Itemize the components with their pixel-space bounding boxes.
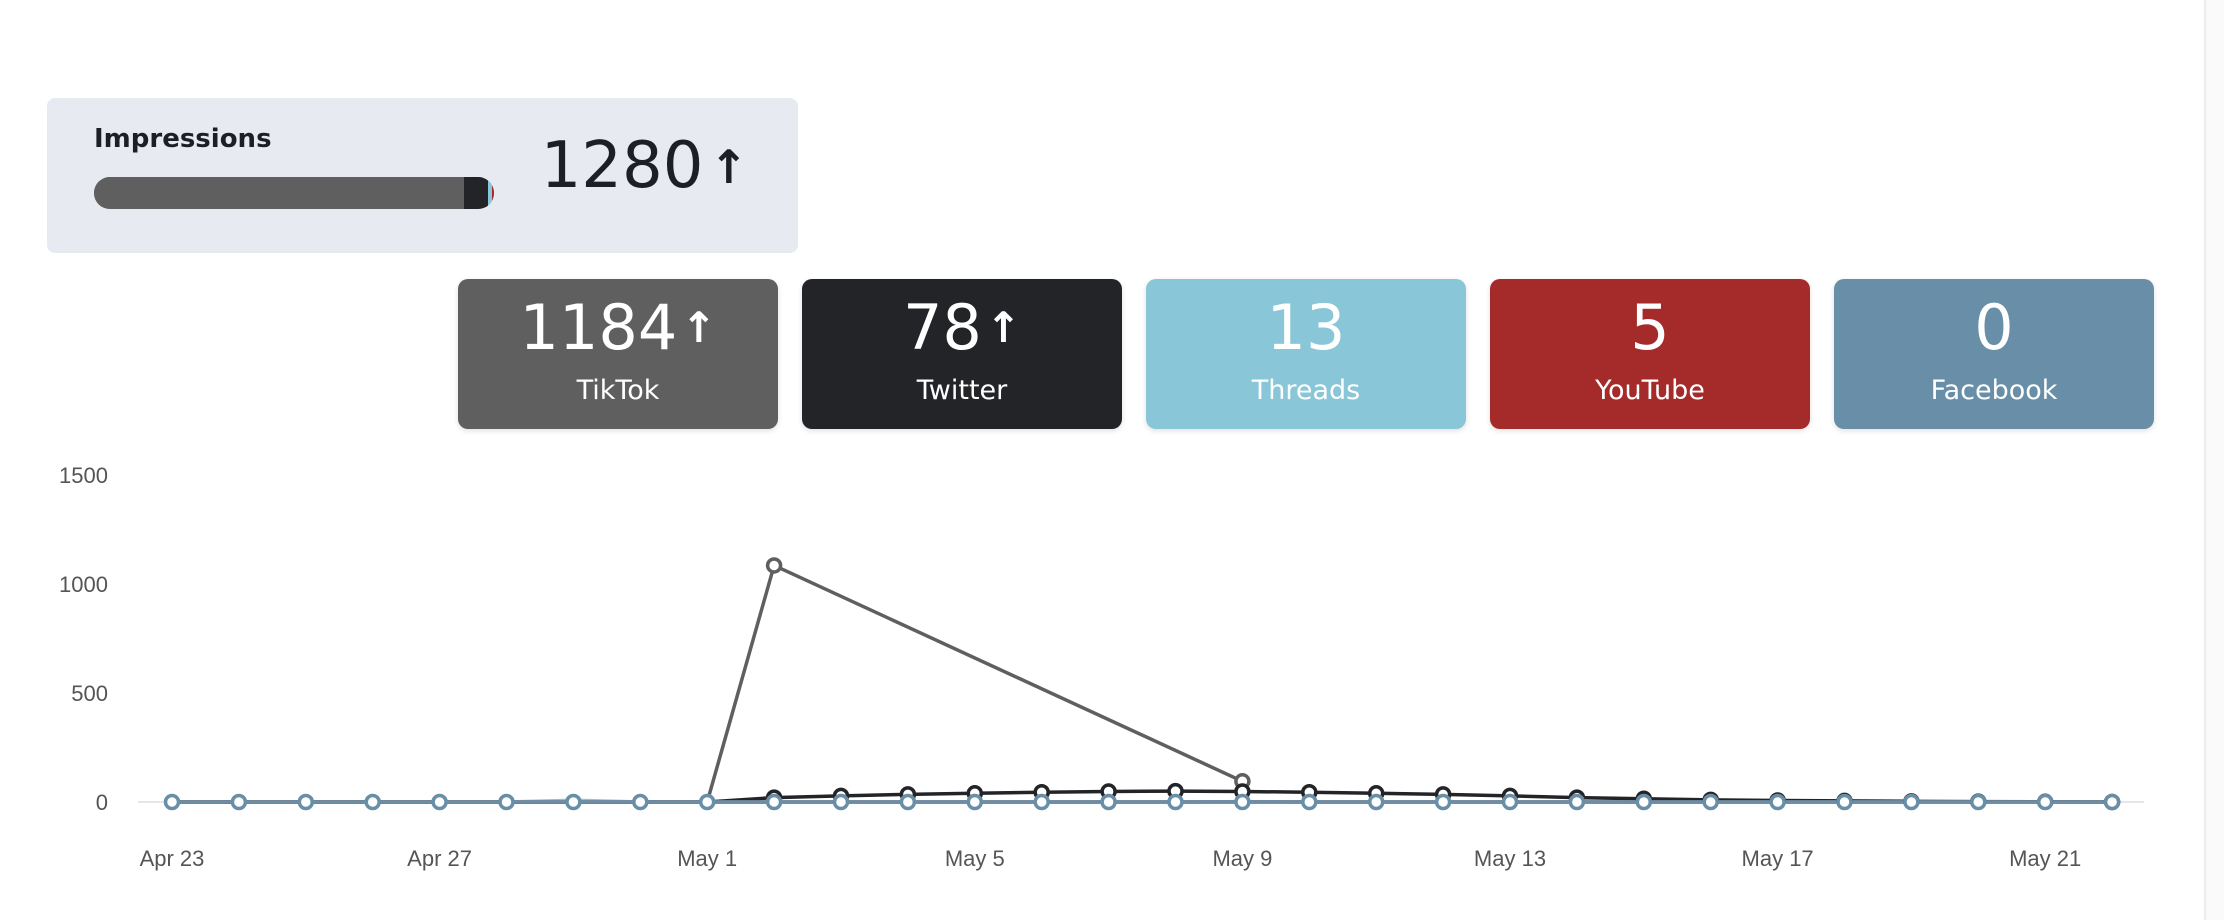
impressions-line-chart: 0 500 1000 1500 Apr 23 Apr 27 May 1 May 5 May 9 M… xyxy=(59,463,2144,871)
arrow-up-icon: ↑ xyxy=(681,303,717,352)
arrow-up-icon: ↑ xyxy=(709,140,748,194)
data-point xyxy=(431,793,448,811)
data-point xyxy=(498,793,515,811)
platform-card-twitter[interactable]: 78↑ Twitter xyxy=(802,279,1122,429)
impressions-label: Impressions xyxy=(94,124,272,154)
data-point xyxy=(1702,793,1719,811)
x-tick-label: May 13 xyxy=(1474,846,1546,871)
data-point xyxy=(1903,793,1920,811)
data-point xyxy=(832,793,850,811)
x-tick-label: Apr 23 xyxy=(140,846,205,871)
y-tick-label: 500 xyxy=(71,681,108,706)
data-point xyxy=(565,793,582,811)
platform-value: 78 xyxy=(902,291,982,364)
platform-value: 0 xyxy=(1974,291,2014,364)
x-tick-label: May 1 xyxy=(677,846,737,871)
data-point xyxy=(1836,793,1853,811)
data-point xyxy=(1367,793,1385,811)
breakdown-segment-youtube xyxy=(492,177,494,209)
breakdown-segment-tiktok xyxy=(94,177,464,209)
data-point xyxy=(1434,793,1452,811)
series-line-0 xyxy=(172,563,1244,804)
platform-value: 13 xyxy=(1266,291,1346,364)
data-point xyxy=(1568,793,1586,811)
data-point xyxy=(2103,793,2121,811)
data-point xyxy=(966,793,984,811)
data-point xyxy=(1635,793,1653,811)
platform-card-facebook[interactable]: 0 Facebook xyxy=(1834,279,2154,429)
platform-name: Twitter xyxy=(916,375,1008,406)
data-point xyxy=(765,557,783,574)
y-tick-label: 1000 xyxy=(59,572,108,597)
x-tick-label: Apr 27 xyxy=(407,846,472,871)
data-point xyxy=(1234,793,1251,811)
impressions-card: Impressions 1280 ↑ xyxy=(47,98,798,253)
data-point xyxy=(1501,793,1519,811)
data-point xyxy=(899,793,917,811)
platform-name: TikTok xyxy=(576,375,660,406)
platform-value: 1184 xyxy=(519,291,678,364)
data-point xyxy=(1301,793,1318,811)
platform-name: Threads xyxy=(1251,375,1361,406)
impressions-breakdown-bar xyxy=(94,177,494,209)
x-tick-label: May 17 xyxy=(1742,846,1814,871)
platform-card-tiktok[interactable]: 1184↑ TikTok xyxy=(458,279,778,429)
x-tick-label: May 21 xyxy=(2009,846,2081,871)
data-point xyxy=(364,793,381,811)
platform-card-youtube[interactable]: 5 YouTube xyxy=(1490,279,1810,429)
data-point xyxy=(230,793,248,811)
data-point xyxy=(297,793,315,811)
data-point xyxy=(2036,793,2054,811)
data-point xyxy=(1167,793,1184,811)
platform-card-threads[interactable]: 13 Threads xyxy=(1146,279,1466,429)
data-point xyxy=(1033,793,1050,811)
x-tick-label: May 5 xyxy=(945,846,1005,871)
impressions-value: 1280 xyxy=(540,129,704,203)
y-tick-label: 1500 xyxy=(59,463,108,488)
platform-value: 5 xyxy=(1630,291,1670,364)
y-tick-label: 0 xyxy=(96,790,108,815)
data-point xyxy=(163,793,181,811)
breakdown-segment-twitter xyxy=(464,177,489,209)
platform-name: Facebook xyxy=(1930,375,2058,406)
data-point xyxy=(1970,793,1987,811)
data-point xyxy=(765,793,783,811)
impressions-total: 1280 ↑ xyxy=(541,134,748,198)
platform-name: YouTube xyxy=(1595,375,1705,406)
data-point xyxy=(1100,793,1117,811)
arrow-up-icon: ↑ xyxy=(985,303,1022,352)
data-point xyxy=(632,793,649,811)
data-point xyxy=(698,793,716,811)
x-tick-label: May 9 xyxy=(1212,846,1272,871)
data-point xyxy=(1769,793,1786,811)
